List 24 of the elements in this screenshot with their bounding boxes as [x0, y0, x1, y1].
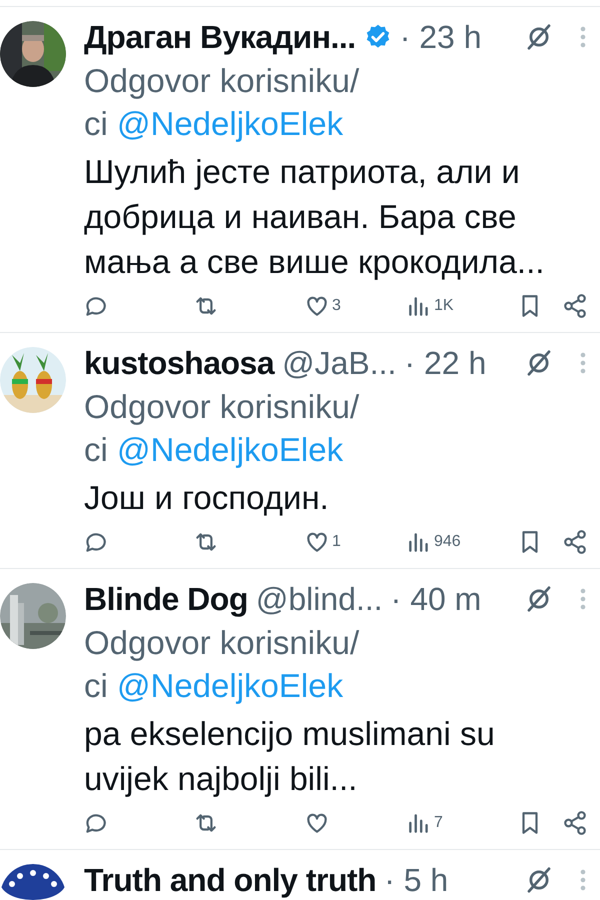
post-time[interactable]: · 5 h — [384, 862, 448, 898]
author-name[interactable]: kustoshaosa — [84, 344, 274, 382]
views-count: 7 — [434, 814, 443, 832]
post-time[interactable]: · 23 h — [400, 18, 482, 56]
post-time[interactable]: · 22 h — [404, 344, 486, 382]
heart-count: 1 — [332, 533, 341, 551]
post-text: Шулић јесте патриота, али и добрица и наиван. Бара све мања а све више крокодила... — [84, 152, 546, 282]
reply-context: Odgovor korisniku/ci @NedeljkoElek — [84, 61, 360, 144]
author-name[interactable]: Blinde Dog — [84, 580, 248, 618]
author-handle[interactable]: @blind... — [256, 580, 383, 618]
share-icon[interactable] — [562, 293, 588, 319]
reply-context: Odgovor korisniku/ci @NedeljkoElek — [84, 623, 360, 706]
views-count: 1K — [434, 297, 454, 315]
post-text: pa ekselencijo muslimani su uvijek najbolji bili... — [84, 714, 496, 799]
share-icon[interactable] — [562, 529, 588, 555]
post-time[interactable]: · 40 m — [390, 580, 482, 618]
share-icon[interactable] — [562, 810, 588, 836]
heart-count: 3 — [332, 297, 341, 315]
views-count: 946 — [434, 533, 461, 551]
author-handle[interactable]: @JaB... — [282, 344, 396, 382]
author-name[interactable]: Драган Вукадин... — [84, 18, 356, 56]
post-text: Још и господин. — [84, 478, 330, 518]
author-name[interactable]: Truth and only truth — [84, 862, 376, 898]
reply-context: Odgovor korisniku/ci @NedeljkoElek — [84, 387, 360, 470]
